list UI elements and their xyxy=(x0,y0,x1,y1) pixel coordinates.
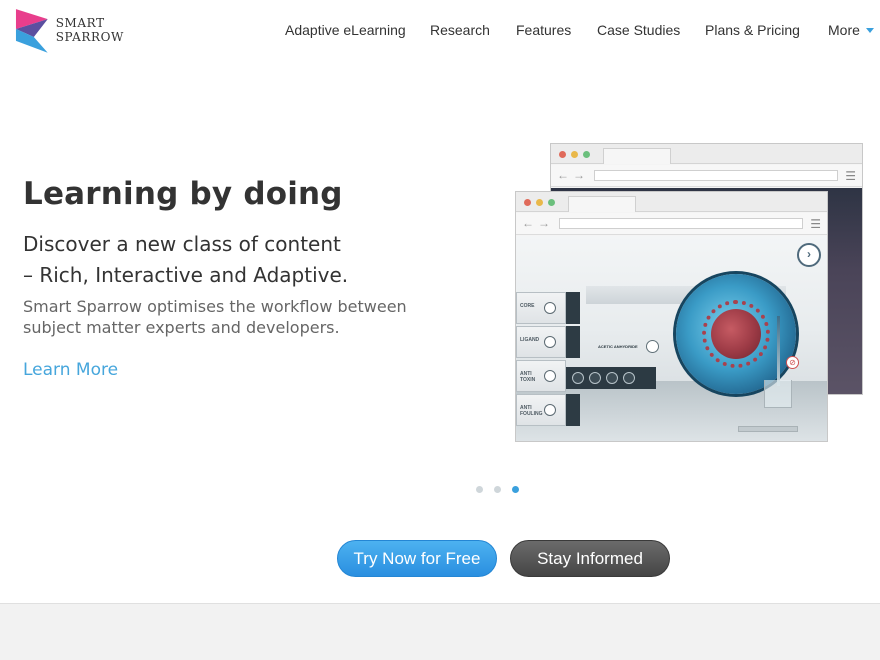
nav-more-label: More xyxy=(828,22,860,38)
stay-informed-button[interactable]: Stay Informed xyxy=(510,540,670,577)
pipette-icon xyxy=(777,316,780,386)
nav-adaptive-elearning[interactable]: Adaptive eLearning xyxy=(285,22,406,38)
panel-label: ANTI TOXIN xyxy=(520,371,536,383)
lab-scale xyxy=(738,426,798,432)
browser-toolbar: ← → ☰ xyxy=(516,213,827,235)
close-dot-icon xyxy=(524,199,531,206)
menu-icon: ☰ xyxy=(810,217,821,231)
browser-tab xyxy=(568,196,636,212)
panel-side xyxy=(566,394,580,426)
footer-section xyxy=(0,603,880,660)
browser-tab xyxy=(603,148,671,164)
browser-titlebar xyxy=(551,144,862,164)
browser-toolbar: ← → ☰ xyxy=(551,165,862,187)
panel-side xyxy=(566,326,580,358)
logo-line-1: SMART xyxy=(55,16,105,30)
next-arrow-button[interactable]: › xyxy=(797,243,821,267)
minimize-dot-icon xyxy=(571,151,578,158)
forward-arrow-icon: → xyxy=(573,168,585,182)
reagent-tray xyxy=(566,367,656,389)
reagent-knob-icon[interactable] xyxy=(589,372,601,384)
logo-wordmark: SMART SPARROW xyxy=(56,16,124,44)
nav-case-studies[interactable]: Case Studies xyxy=(597,22,680,38)
dial-icon xyxy=(544,404,556,416)
panel-label: CORE xyxy=(520,303,535,309)
forward-arrow-icon: → xyxy=(538,216,550,230)
reagent-knob-icon[interactable] xyxy=(623,372,635,384)
hero-description: Smart Sparrow optimises the workflow bet… xyxy=(23,296,407,338)
back-arrow-icon: ← xyxy=(557,168,569,182)
lab-background: CORE LIGAND ANTI TOXIN ANTI FOULING ACET… xyxy=(516,236,827,441)
maximize-dot-icon xyxy=(583,151,590,158)
close-dot-icon xyxy=(559,151,566,158)
hero-description-line-2: subject matter experts and developers. xyxy=(23,318,340,337)
menu-icon: ☰ xyxy=(845,169,856,183)
logo-line-2: SPARROW xyxy=(55,30,124,44)
smart-sparrow-logo[interactable]: SMART SPARROW xyxy=(14,6,124,54)
nav-more[interactable]: More xyxy=(828,22,874,38)
beaker-icon xyxy=(764,380,792,408)
carousel-dot-1[interactable] xyxy=(476,486,483,493)
panel-label: ANTI FOULING xyxy=(520,405,543,417)
maximize-dot-icon xyxy=(548,199,555,206)
acetic-anhydride-label: ACETIC ANHYDRIDE xyxy=(598,344,638,349)
panel-label: LIGAND xyxy=(520,337,540,343)
dial-icon xyxy=(544,336,556,348)
virus-particle-icon xyxy=(711,309,761,359)
dial-icon xyxy=(544,302,556,314)
main-nav: Adaptive eLearning Research Features Cas… xyxy=(285,22,880,42)
dial-icon xyxy=(544,370,556,382)
hero-subtitle-line-2: – Rich, Interactive and Adaptive. xyxy=(23,263,349,287)
panel-core[interactable]: CORE xyxy=(516,292,566,324)
nav-research[interactable]: Research xyxy=(430,22,490,38)
hero-title: Learning by doing xyxy=(23,176,343,212)
browser-mockup-front: ← → ☰ CORE LIGAND ANTI TOXIN ANTI FOULIN… xyxy=(515,191,828,442)
reagent-knob-icon[interactable] xyxy=(606,372,618,384)
sparrow-logo-icon xyxy=(15,9,48,53)
hero-subtitle-line-1: Discover a new class of content xyxy=(23,232,341,256)
address-bar xyxy=(559,218,803,229)
panel-side xyxy=(566,292,580,324)
address-bar xyxy=(594,170,838,181)
lab-simulation-scene: CORE LIGAND ANTI TOXIN ANTI FOULING ACET… xyxy=(516,236,827,441)
prohibited-icon[interactable]: ⊘ xyxy=(786,356,799,369)
nav-features[interactable]: Features xyxy=(516,22,571,38)
hero-description-line-1: Smart Sparrow optimises the workflow bet… xyxy=(23,297,407,316)
browser-titlebar xyxy=(516,192,827,212)
chevron-down-icon xyxy=(865,28,874,33)
try-now-button[interactable]: Try Now for Free xyxy=(337,540,497,577)
acetic-dial-icon[interactable] xyxy=(646,340,659,353)
carousel-dot-3[interactable] xyxy=(512,486,519,493)
carousel-dot-2[interactable] xyxy=(494,486,501,493)
minimize-dot-icon xyxy=(536,199,543,206)
learn-more-link[interactable]: Learn More xyxy=(23,360,118,380)
panel-anti-toxin[interactable]: ANTI TOXIN xyxy=(516,360,566,392)
panel-ligand[interactable]: LIGAND xyxy=(516,326,566,358)
back-arrow-icon: ← xyxy=(522,216,534,230)
reagent-knob-icon[interactable] xyxy=(572,372,584,384)
hero-subtitle: Discover a new class of content – Rich, … xyxy=(23,229,348,291)
nav-plans-pricing[interactable]: Plans & Pricing xyxy=(705,22,800,38)
panel-anti-fouling[interactable]: ANTI FOULING xyxy=(516,394,566,426)
